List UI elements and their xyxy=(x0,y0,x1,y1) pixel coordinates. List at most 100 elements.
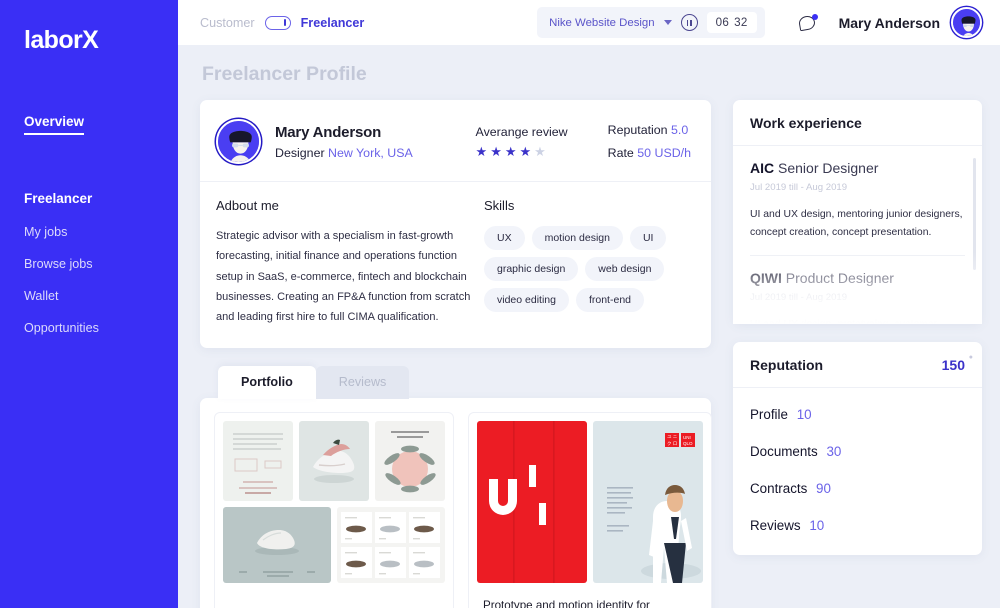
sidebar-item-overview[interactable]: Overview xyxy=(0,113,178,135)
about-text: Strategic advisor with a specialism in f… xyxy=(216,230,471,324)
page-content: Freelancer Profile Mary Anderson Designe… xyxy=(178,45,1000,608)
skill-chip[interactable]: graphic design xyxy=(484,257,579,281)
reputation-stat: Reputation 5.0 xyxy=(608,123,691,137)
sidebar-item-wallet[interactable]: Wallet xyxy=(0,289,178,303)
reputation-row: Contracts 90 xyxy=(750,481,965,496)
portfolio-thumb-icon xyxy=(299,420,369,501)
sidebar-item-browse-jobs[interactable]: Browse jobs xyxy=(0,257,178,271)
top-header: Customer Freelancer Nike Website Design … xyxy=(178,0,1000,45)
skills-chips: UX motion design UI graphic design web d… xyxy=(484,226,695,312)
timer-project-name[interactable]: Nike Website Design xyxy=(549,17,655,29)
sidebar-item-overview-label: Overview xyxy=(24,114,85,135)
portfolio-thumb-icon xyxy=(337,506,445,583)
work-position: Senior Designer xyxy=(778,160,879,176)
tab-reviews[interactable]: Reviews xyxy=(315,365,410,399)
rate-stat: Rate 50 USD/h xyxy=(608,146,691,160)
skills-section: Skills UX motion design UI graphic desig… xyxy=(484,198,695,328)
reputation-value: 5.0 xyxy=(671,123,689,137)
sidebar: laborX Overview Freelancer My jobs Brows… xyxy=(0,0,178,608)
timer-minutes: 06 xyxy=(715,16,730,29)
user-avatar-icon xyxy=(953,9,980,36)
portfolio-thumb-icon xyxy=(223,506,331,583)
profile-name: Mary Anderson xyxy=(275,123,382,141)
reputation-label: Reputation xyxy=(607,123,668,137)
header-user-name[interactable]: Mary Anderson xyxy=(839,15,940,31)
role-toggle[interactable] xyxy=(264,15,291,30)
brand-logo[interactable]: laborX xyxy=(0,26,178,55)
portfolio-thumbnails xyxy=(223,420,445,583)
reputation-row: Profile 10 xyxy=(750,407,965,422)
reputation-header: Reputation 150 ● xyxy=(733,342,982,388)
rate-label: Rate xyxy=(607,146,634,160)
sidebar-item-opportunities[interactable]: Opportunities xyxy=(0,321,178,335)
skill-chip[interactable]: motion design xyxy=(531,226,623,250)
page-title: Freelancer Profile xyxy=(202,63,367,85)
reputation-breakdown: Profile 10 Documents 30 Contracts 90 Rev… xyxy=(733,388,982,555)
skill-chip[interactable]: video editing xyxy=(484,288,569,312)
work-experience-item: AIC Senior Designer Jul 2019 till - Aug … xyxy=(750,146,965,255)
info-icon[interactable]: ● xyxy=(969,354,973,361)
reputation-row-value: 10 xyxy=(796,407,812,422)
reputation-row-label: Documents xyxy=(750,444,818,459)
star-icon: ★ xyxy=(490,144,502,159)
sidebar-group-freelancer: Freelancer My jobs Browse jobs Wallet Op… xyxy=(0,191,178,335)
main-area: Customer Freelancer Nike Website Design … xyxy=(178,0,1000,608)
work-date: Jul 2019 till - Aug 2019 xyxy=(750,292,848,304)
rate-value: 50 USD/h xyxy=(637,146,691,160)
reputation-panel: Reputation 150 ● Profile 10 Documents 30… xyxy=(733,342,982,555)
right-column: Work experience AIC Senior Designer Jul … xyxy=(733,100,982,555)
timer-display: 06 32 xyxy=(706,12,757,33)
average-review-label: Averange review xyxy=(475,125,568,139)
portfolio-item-footer: Prototype and motion identity for UNIQLO… xyxy=(477,585,703,608)
role-freelancer-label[interactable]: Freelancer xyxy=(301,16,365,30)
left-column: Mary Anderson Designer New York, USA Ave… xyxy=(200,100,712,608)
star-icon: ★ xyxy=(519,144,532,159)
svg-text:ユ ニ: ユ ニ xyxy=(667,434,677,439)
profile-summary: Mary Anderson Designer New York, USA Ave… xyxy=(200,100,711,181)
work-company: QIWI xyxy=(750,270,782,287)
role-switch: Customer Freelancer xyxy=(200,15,365,30)
work-description: UI and UX design, prototyping, customer … xyxy=(750,316,965,324)
profile-location: New York, USA xyxy=(328,145,413,160)
avatar[interactable] xyxy=(951,7,982,38)
profile-avatar[interactable] xyxy=(216,119,261,164)
work-description: UI and UX design, mentoring junior desig… xyxy=(750,209,963,239)
work-date: Jul 2019 till - Aug 2019 xyxy=(750,182,848,193)
portfolio-tabs-section: Portfolio Reviews ユ ニ ク ロ UNI QLO Protot… xyxy=(200,365,712,608)
work-experience-list: AIC Senior Designer Jul 2019 till - Aug … xyxy=(733,146,982,324)
skill-chip[interactable]: UI xyxy=(629,226,667,250)
sidebar-item-my-jobs[interactable]: My jobs xyxy=(0,225,178,239)
reputation-row-label: Contracts xyxy=(750,481,808,496)
reputation-row-value: 90 xyxy=(816,481,831,496)
reputation-row-value: 30 xyxy=(826,444,842,459)
tab-portfolio[interactable]: Portfolio xyxy=(218,365,316,399)
reputation-total-value: 150 xyxy=(941,357,965,373)
chevron-down-icon[interactable] xyxy=(663,20,672,25)
role-customer-label[interactable]: Customer xyxy=(200,16,255,30)
work-company: AIC xyxy=(750,160,775,176)
skill-chip[interactable]: UX xyxy=(484,226,525,250)
skill-chip[interactable]: front-end xyxy=(575,288,644,312)
content-columns: Mary Anderson Designer New York, USA Ave… xyxy=(200,100,984,608)
reputation-row-value: 10 xyxy=(809,518,825,533)
reputation-row: Reviews 10 xyxy=(750,518,965,533)
work-role-line: AIC Senior Designer xyxy=(750,160,965,176)
skill-chip[interactable]: web design xyxy=(585,257,665,281)
portfolio-thumbnails: ユ ニク ロ UNI QLO xyxy=(477,420,703,583)
portfolio-thumb-icon: ユ ニク ロ UNIQLO xyxy=(593,420,703,583)
portfolio-panel: Shoe store website xyxy=(200,397,712,608)
pause-icon[interactable] xyxy=(680,14,698,31)
portfolio-thumb-icon xyxy=(375,420,445,501)
about-section: Adbout me Strategic advisor with a speci… xyxy=(216,198,484,328)
portfolio-item[interactable]: Shoe store website xyxy=(214,411,454,608)
user-avatar-icon xyxy=(218,121,259,162)
work-experience-scrollbar[interactable] xyxy=(973,158,976,270)
profile-role: Designer xyxy=(275,145,325,160)
profile-meta: Designer New York, USA xyxy=(275,146,413,160)
sidebar-group-title: Freelancer xyxy=(24,191,93,206)
skills-title: Skills xyxy=(484,198,515,213)
portfolio-thumb-icon xyxy=(477,420,587,583)
portfolio-item[interactable]: ユ ニク ロ UNI QLO Prototype and motion iden… xyxy=(468,411,712,608)
reputation-row: Documents 30 xyxy=(750,444,965,459)
chat-bubble-icon[interactable] xyxy=(797,13,818,31)
